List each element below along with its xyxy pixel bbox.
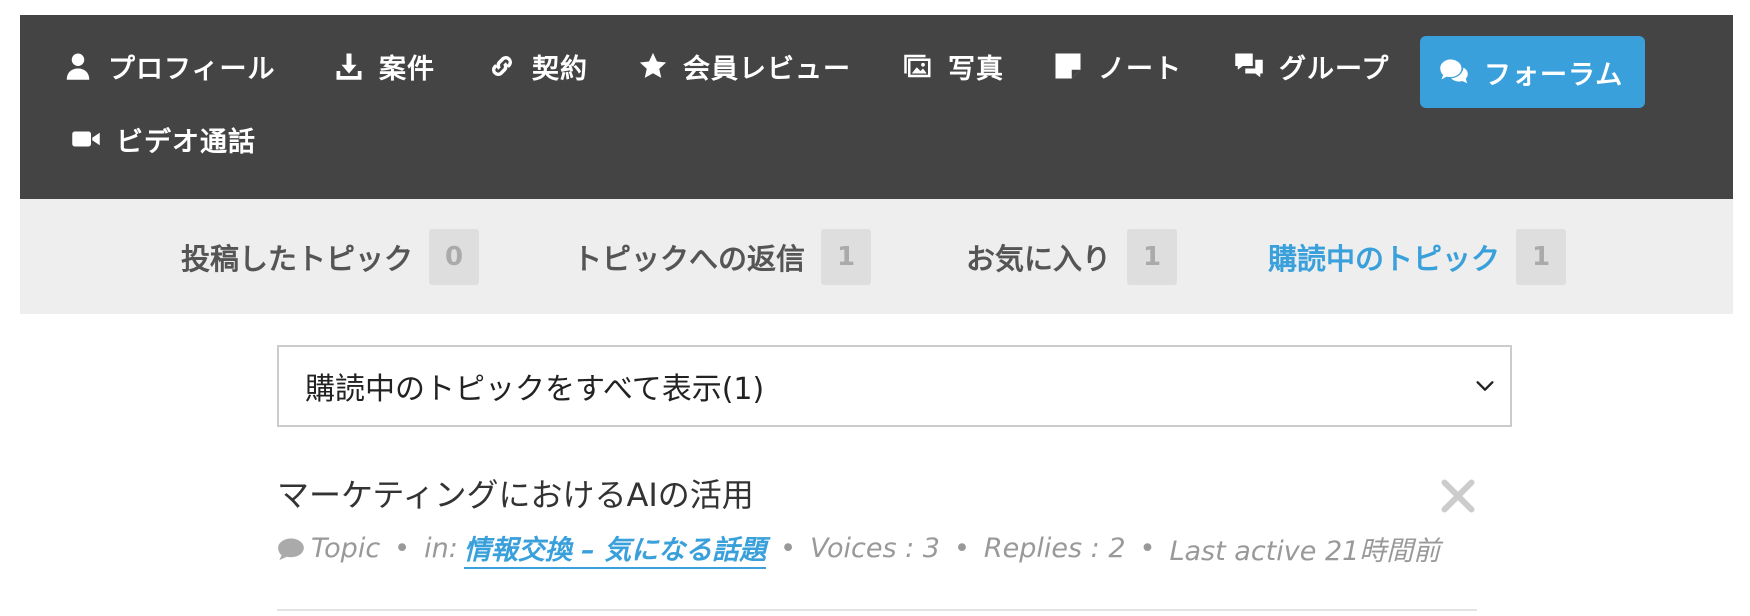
- nav-item-member-reviews[interactable]: 会員レビュー: [637, 30, 851, 102]
- subnav-topic-replies[interactable]: トピックへの返信 1: [573, 229, 872, 285]
- nav-item-contracts[interactable]: 契約: [486, 30, 588, 102]
- list-divider: [277, 609, 1477, 611]
- unsubscribe-close-icon[interactable]: [1440, 478, 1476, 514]
- subnav-label: お気に入り: [966, 242, 1112, 276]
- count-badge: 1: [1516, 229, 1567, 285]
- forum-subnav: 投稿したトピック 0 トピックへの返信 1 お気に入り 1 購読中のトピック 1: [20, 199, 1733, 314]
- count-badge: 1: [1127, 229, 1178, 285]
- separator-dot: •: [394, 533, 411, 564]
- separator-dot: •: [1139, 533, 1156, 564]
- comment-icon: [278, 538, 304, 560]
- note-icon: [1052, 50, 1084, 82]
- nav-item-profile[interactable]: プロフィール: [62, 30, 275, 102]
- nav-label: ノート: [1098, 53, 1182, 85]
- in-label: in:: [424, 533, 458, 564]
- subnav-favorites[interactable]: お気に入り 1: [966, 229, 1178, 285]
- subnav-label: 購読中のトピック: [1268, 242, 1501, 276]
- separator-dot: •: [780, 533, 797, 564]
- image-icon: [902, 50, 934, 82]
- subnav-subscribed-topics[interactable]: 購読中のトピック 1: [1268, 229, 1567, 285]
- nav-label: グループ: [1279, 53, 1390, 85]
- nav-item-video-call[interactable]: ビデオ通話: [70, 103, 256, 175]
- count-badge: 0: [429, 229, 480, 285]
- star-icon: [637, 50, 669, 82]
- video-icon: [70, 123, 102, 155]
- chevron-down-icon: [1476, 381, 1494, 391]
- profile-tab-nav: プロフィール 案件 契約 会員レビュー 写真 ノート グループ フォーラム ビデ…: [20, 15, 1733, 199]
- nav-item-groups[interactable]: グループ: [1233, 30, 1389, 102]
- nav-item-forum[interactable]: フォーラム: [1420, 36, 1645, 108]
- nav-label: フォーラム: [1484, 59, 1624, 91]
- topic-title-link[interactable]: マーケティングにおけるAIの活用: [277, 470, 754, 516]
- nav-label: 案件: [379, 53, 435, 85]
- nav-label: 写真: [948, 53, 1004, 85]
- nav-label: 会員レビュー: [683, 53, 851, 85]
- filter-selected-value: 購読中のトピックをすべて表示(1): [305, 372, 765, 407]
- nav-label: ビデオ通話: [116, 126, 256, 158]
- link-icon: [486, 50, 518, 82]
- comments-icon: [1438, 56, 1470, 88]
- replies-count: Replies : 2: [983, 533, 1126, 564]
- subnav-label: 投稿したトピック: [181, 242, 414, 276]
- subscription-filter-select[interactable]: 購読中のトピックをすべて表示(1): [277, 345, 1512, 427]
- nav-label: プロフィール: [108, 53, 276, 85]
- topic-type: Topic: [311, 533, 381, 564]
- subnav-label: トピックへの返信: [573, 242, 806, 276]
- nav-item-projects[interactable]: 案件: [333, 30, 435, 102]
- forum-link[interactable]: 情報交換 – 気になる話題: [463, 528, 767, 569]
- last-active: Last active 21時間前: [1169, 536, 1441, 567]
- subnav-started-topics[interactable]: 投稿したトピック 0: [181, 229, 480, 285]
- nav-item-photos[interactable]: 写真: [902, 30, 1004, 102]
- user-icon: [62, 50, 94, 82]
- separator-dot: •: [953, 533, 970, 564]
- chat-bubbles-icon: [1233, 50, 1265, 82]
- topic-meta: Topic • in: 情報交換 – 気になる話題 • Voices : 3 •…: [277, 528, 1440, 569]
- voices-count: Voices : 3: [810, 533, 940, 564]
- nav-label: 契約: [532, 53, 588, 85]
- count-badge: 1: [821, 229, 872, 285]
- download-icon: [333, 50, 365, 82]
- nav-item-notes[interactable]: ノート: [1052, 30, 1182, 102]
